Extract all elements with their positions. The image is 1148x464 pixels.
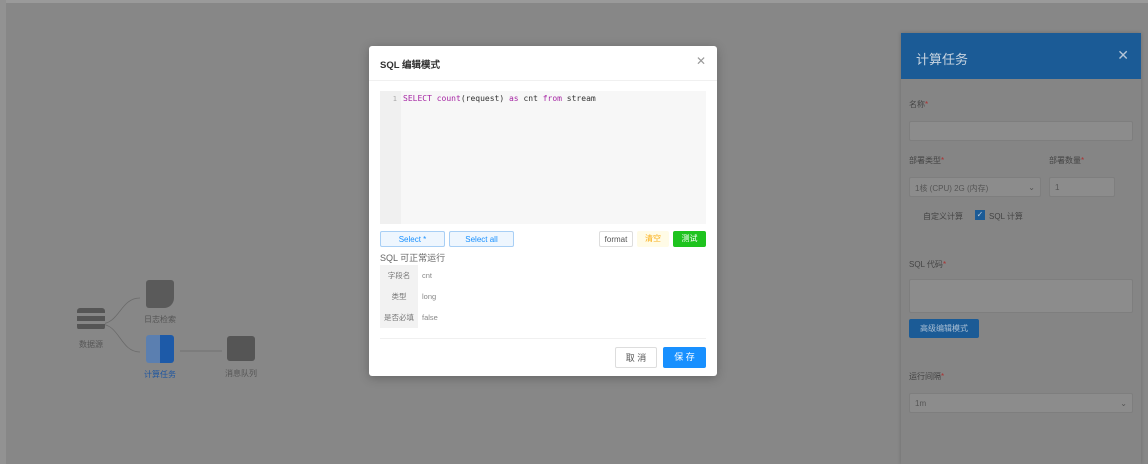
compute-task-panel: 计算任务 ✕ 名称* 部署类型* 部署数量* 1核 (CPU) 2G (内存) ⌄… <box>901 33 1141 464</box>
close-icon[interactable]: ✕ <box>1117 47 1129 64</box>
flow-node-datasource[interactable]: 数据源 <box>66 308 116 350</box>
result-table: 字段名 cnt 类型 long 是否必填 false <box>380 265 446 328</box>
compute-task-icon <box>146 335 174 363</box>
top-bar <box>0 0 1148 3</box>
test-button[interactable]: 测试 <box>673 231 706 247</box>
run-interval-select[interactable]: 1m ⌄ <box>909 393 1133 413</box>
sql-edit-modal: SQL 编辑模式 ✕ 1 SELECT count(request) as cn… <box>369 46 717 376</box>
table-row: 类型 long <box>380 286 446 307</box>
select-star-button[interactable]: Select * <box>380 231 445 247</box>
flow-node-compute-task[interactable]: 计算任务 <box>135 335 185 380</box>
spec-type-label: 部署类型* <box>909 156 945 165</box>
message-queue-icon <box>227 336 255 361</box>
chevron-down-icon: ⌄ <box>1028 183 1035 192</box>
custom-calc-radio[interactable]: 自定义计算 <box>923 211 963 222</box>
line-number: 1 <box>380 91 401 224</box>
left-strip <box>0 0 6 464</box>
name-label: 名称* <box>909 100 929 109</box>
close-icon[interactable]: ✕ <box>696 54 706 68</box>
divider <box>380 338 706 339</box>
cancel-button[interactable]: 取 消 <box>615 347 657 368</box>
panel-title: 计算任务 <box>916 52 969 67</box>
select-all-button[interactable]: Select all <box>449 231 514 247</box>
name-input[interactable] <box>909 121 1133 141</box>
table-row: 字段名 cnt <box>380 265 446 286</box>
flow-node-log-search[interactable]: 日志检索 <box>135 280 185 325</box>
run-interval-label: 运行间隔* <box>909 372 945 381</box>
sql-calc-label: SQL 计算 <box>989 212 1023 221</box>
modal-title: SQL 编辑模式 <box>380 60 440 71</box>
panel-header: 计算任务 ✕ <box>901 33 1141 79</box>
clear-button[interactable]: 清空 <box>637 231 669 247</box>
sql-code: SELECT count(request) as cnt from stream <box>403 94 596 103</box>
sql-status-text: SQL 可正常运行 <box>380 253 446 263</box>
spec-type-select[interactable]: 1核 (CPU) 2G (内存) ⌄ <box>909 177 1041 197</box>
divider <box>369 80 717 81</box>
sql-editor[interactable]: 1 SELECT count(request) as cnt from stre… <box>380 91 706 224</box>
server-icon <box>77 308 105 330</box>
log-search-icon <box>146 280 174 308</box>
save-button[interactable]: 保 存 <box>663 347 706 368</box>
sql-code-label: SQL 代码* <box>909 260 947 269</box>
format-button[interactable]: format <box>599 231 633 247</box>
sql-calc-checkbox[interactable]: ✓ <box>975 210 985 220</box>
chevron-down-icon: ⌄ <box>1120 399 1127 408</box>
flow-node-message-queue[interactable]: 消息队列 <box>216 336 266 379</box>
spec-count-input[interactable]: 1 <box>1049 177 1115 197</box>
table-row: 是否必填 false <box>380 307 446 328</box>
sql-code-textarea[interactable] <box>909 279 1133 313</box>
spec-count-label: 部署数量* <box>1049 156 1085 165</box>
advanced-edit-button[interactable]: 高级编辑模式 <box>909 319 979 338</box>
